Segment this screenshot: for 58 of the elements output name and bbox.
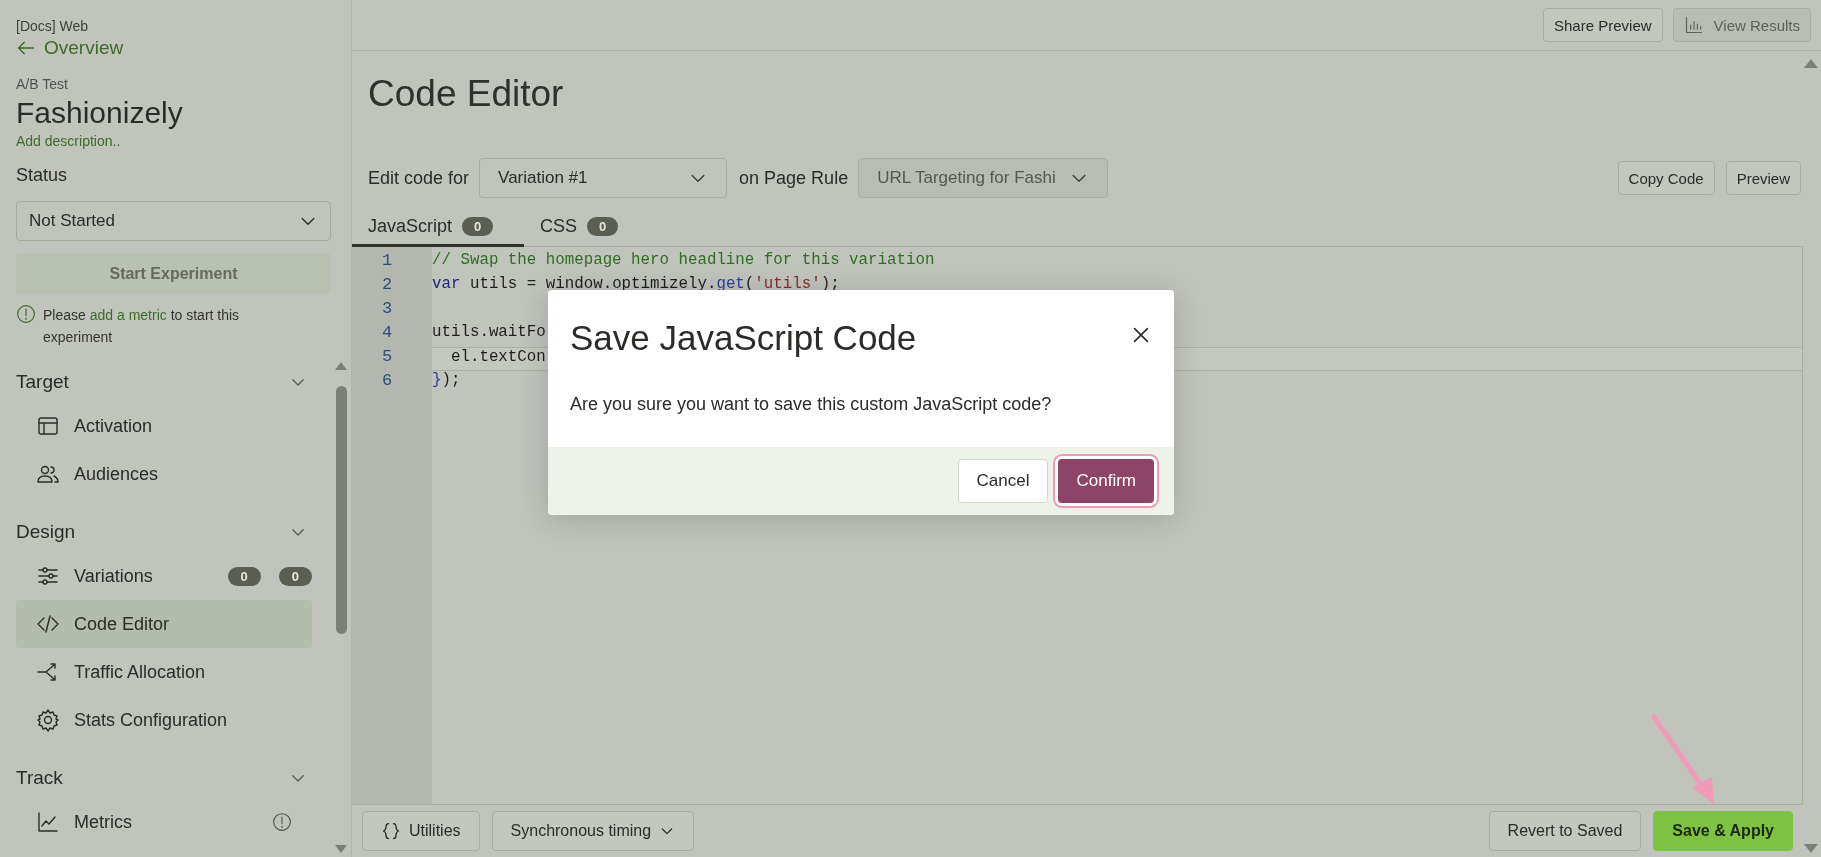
warning-icon [16,304,36,324]
section-title: Track [16,767,63,789]
field-label: on Page Rule [739,167,849,189]
save-button[interactable]: Save & Apply [1653,811,1793,851]
section-title: Design [16,521,76,543]
project-name: [Docs] Web [16,18,90,34]
page-title: Code Editor [368,73,565,115]
tab[interactable]: CSS 0 [524,209,696,247]
line-number: 1 [380,251,394,272]
add-metric-link[interactable]: add a metric [89,307,167,323]
settings-icon [36,708,60,732]
braces-icon [381,821,401,841]
notice-text: Please add a metric to start this experiment [43,306,241,347]
status-select[interactable]: Not Started [16,201,331,241]
experiment-name: Fashionizely [16,96,184,130]
toolbar-button[interactable]: Utilities [362,811,480,851]
nav-item[interactable]: Variations 0 0 [16,552,312,600]
toolbar-button[interactable]: Synchronous timing [491,811,695,851]
code-line: }); [432,371,461,389]
nav-item[interactable]: Traffic Allocation [16,648,312,696]
count-badge: 0 [462,217,494,236]
experiment-type: A/B Test [16,76,69,92]
line-number: 4 [380,323,394,344]
revert-button[interactable]: Revert to Saved [1488,811,1642,851]
top-bar-button[interactable]: Share Preview [1543,8,1663,42]
scroll-up-icon [1804,59,1818,68]
editor-action-button[interactable]: Copy Code [1617,161,1715,195]
count-badge: 0 [278,566,312,586]
nav-item[interactable]: Audiences [16,450,312,498]
dropdown-select[interactable]: Variation #1 [479,158,728,198]
nav-item[interactable]: Metrics [16,798,312,846]
add-description-link[interactable]: Add description.. [16,133,121,149]
nav-item[interactable]: Stats Configuration [16,696,312,744]
back-link[interactable]: Overview [16,37,124,59]
line-number: 5 [380,347,394,368]
line-number: 3 [380,299,394,320]
bar-chart-icon [1683,15,1704,35]
nav-item[interactable]: Code Editor [16,600,312,648]
dialog-title: Save JavaScript Code [570,318,917,358]
scroll-down-icon [1804,844,1818,853]
layout-icon [36,414,60,438]
line-number: 2 [380,275,394,296]
section-label: Status [16,165,69,186]
field-label: Edit code for [368,167,470,189]
scroll-down-icon [335,845,347,853]
code-line: utils.waitFo [432,323,546,341]
nav-item[interactable]: Activation [16,402,312,450]
line-chart-icon [36,810,60,834]
sliders-icon [36,564,60,588]
code-line: el.textCon [449,348,546,366]
code-line: // Swap the homepage hero headline for this variation [432,251,935,269]
count-badge: 0 [587,217,619,236]
line-number: 6 [380,371,394,392]
editor-action-button[interactable]: Preview [1725,161,1801,195]
count-badge: 0 [227,566,261,586]
dialog-message: Are you sure you want to save this custom JavaScript code? [570,394,1053,415]
section-title: Target [16,371,69,393]
cancel-button[interactable]: Cancel [957,459,1049,503]
